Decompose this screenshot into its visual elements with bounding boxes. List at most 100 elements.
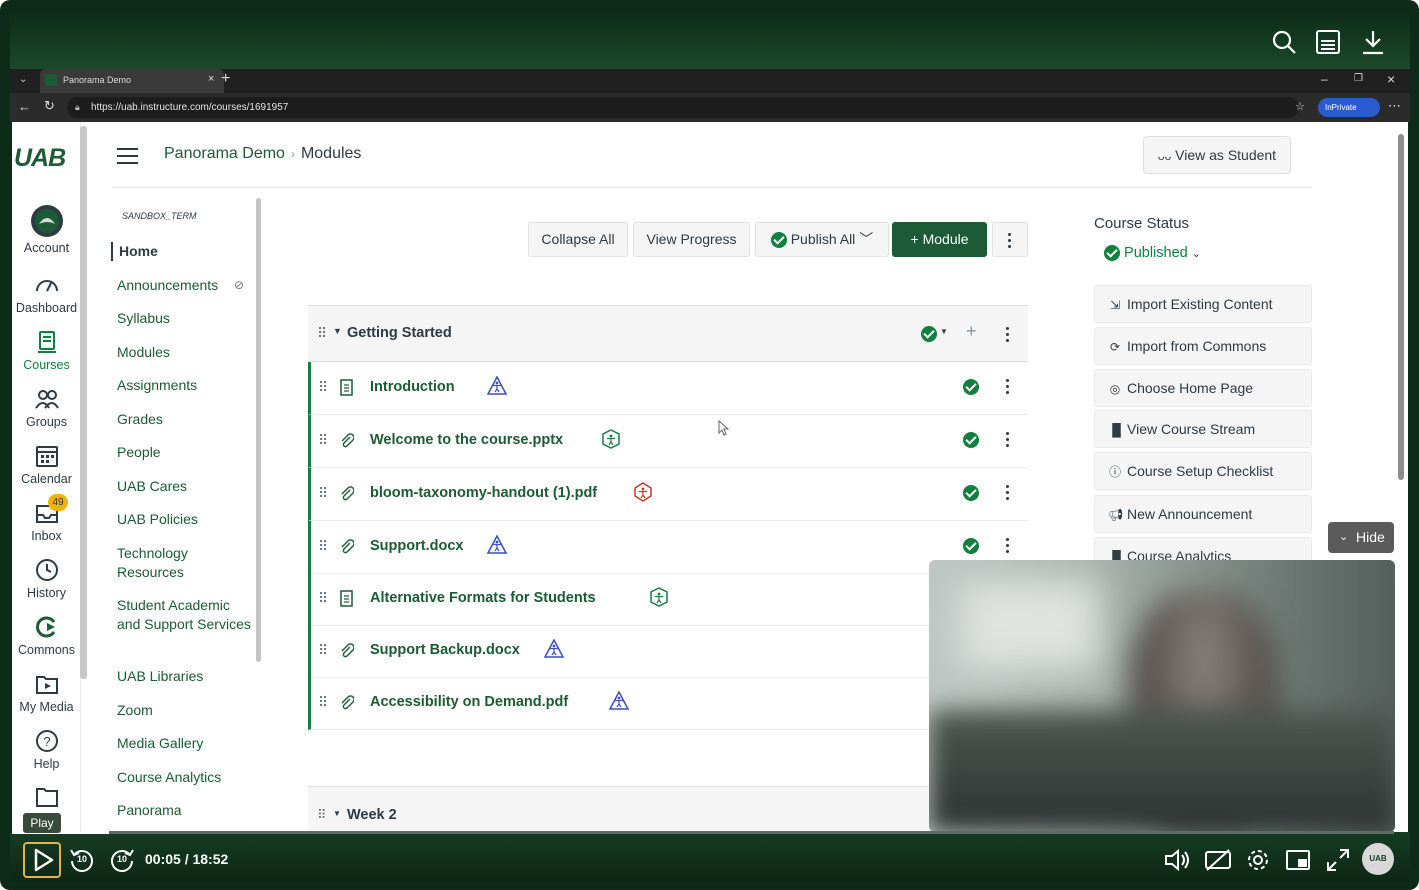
- new-tab-icon[interactable]: +: [221, 70, 230, 88]
- drag-handle-icon[interactable]: ⠿: [318, 642, 328, 659]
- course-nav-syllabus[interactable]: Syllabus: [117, 309, 257, 328]
- browser-tab[interactable]: Panorama Demo ×: [40, 69, 224, 93]
- choose-home-page-button[interactable]: ◎ Choose Home Page: [1094, 369, 1312, 407]
- more-icon[interactable]: ⋯: [1388, 98, 1401, 114]
- course-nav-assignments[interactable]: Assignments: [117, 376, 257, 395]
- drag-handle-icon[interactable]: ⠿: [318, 538, 328, 555]
- play-button[interactable]: [23, 842, 61, 878]
- collapse-caret-icon[interactable]: ▼: [333, 809, 341, 818]
- chevron-down-icon[interactable]: ▼: [940, 327, 948, 336]
- item-published-icon[interactable]: [963, 432, 979, 448]
- module-item-row[interactable]: ⠿ Alternative Formats for Students: [308, 573, 1028, 626]
- accessibility-score-icon[interactable]: [487, 535, 508, 555]
- module-item-row[interactable]: ⠿ Welcome to the course.pptx: [308, 415, 1028, 468]
- accessibility-score-icon[interactable]: [543, 639, 564, 659]
- captions-off-icon[interactable]: [1204, 846, 1232, 874]
- picture-in-picture-icon[interactable]: [1284, 846, 1312, 874]
- settings-gear-icon[interactable]: [1244, 846, 1272, 874]
- module-item-title[interactable]: Welcome to the course.pptx: [370, 432, 563, 448]
- module-item-title[interactable]: Accessibility on Demand.pdf: [370, 694, 568, 710]
- module-item-title[interactable]: Introduction: [370, 379, 455, 395]
- course-nav-people[interactable]: People: [117, 443, 257, 462]
- uab-brand-badge[interactable]: UAB: [1362, 843, 1394, 875]
- course-nav-zoom[interactable]: Zoom: [117, 701, 257, 720]
- add-item-plus-icon[interactable]: +: [966, 321, 977, 342]
- back-icon[interactable]: ←: [18, 99, 31, 114]
- course-nav-course-analytics[interactable]: Course Analytics: [117, 768, 257, 787]
- presenter-video[interactable]: [929, 560, 1395, 832]
- course-nav-student-services[interactable]: Student Academic and Support Services: [117, 596, 257, 634]
- drag-handle-icon[interactable]: ⠿: [318, 694, 328, 711]
- global-nav-account[interactable]: Account: [12, 204, 81, 255]
- course-nav-home[interactable]: Home: [111, 242, 251, 261]
- refresh-icon[interactable]: ↻: [44, 98, 55, 114]
- view-course-stream-button[interactable]: ▐▌ View Course Stream: [1094, 410, 1312, 448]
- favorites-icon[interactable]: ☆: [1295, 100, 1305, 113]
- view-progress-button[interactable]: View Progress: [633, 222, 750, 257]
- module-header[interactable]: ⠿ ▼ Getting Started ▼ +: [308, 305, 1028, 362]
- drag-handle-icon[interactable]: ⠿: [318, 485, 328, 502]
- module-item-title[interactable]: Alternative Formats for Students: [370, 590, 596, 606]
- course-nav-modules[interactable]: Modules: [117, 343, 257, 362]
- toolbar-more-button[interactable]: [992, 222, 1028, 257]
- course-nav-panorama[interactable]: Panorama: [117, 801, 257, 820]
- accessibility-score-icon[interactable]: [649, 587, 669, 607]
- global-nav-groups[interactable]: Groups: [12, 386, 81, 429]
- new-announcement-button[interactable]: 📢︎ New Announcement: [1094, 495, 1312, 533]
- rewind-10-button[interactable]: 10: [68, 846, 96, 874]
- import-from-commons-button[interactable]: ⟳ Import from Commons: [1094, 327, 1312, 365]
- module-item-title[interactable]: Support.docx: [370, 538, 463, 554]
- accessibility-score-icon[interactable]: [487, 376, 508, 396]
- publish-all-button[interactable]: Publish All ﹀: [755, 222, 889, 257]
- import-existing-content-button[interactable]: ⇲ Import Existing Content: [1094, 285, 1312, 323]
- view-as-student-button[interactable]: ᴗᴗ View as Student: [1143, 136, 1291, 174]
- close-window-icon[interactable]: ×: [1387, 71, 1395, 87]
- module-item-row[interactable]: ⠿ Accessibility on Demand.pdf: [308, 677, 1028, 730]
- course-status-dropdown[interactable]: Published ⌄: [1104, 245, 1201, 262]
- breadcrumb-course-link[interactable]: Panorama Demo: [164, 145, 285, 162]
- fullscreen-icon[interactable]: [1324, 846, 1352, 874]
- global-nav-my-media[interactable]: My Media: [12, 671, 81, 714]
- item-kebab-icon[interactable]: [1006, 485, 1010, 503]
- item-kebab-icon[interactable]: [1006, 538, 1010, 556]
- module-item-title[interactable]: Support Backup.docx: [370, 642, 520, 658]
- collapse-all-button[interactable]: Collapse All: [528, 222, 628, 257]
- download-icon[interactable]: [1359, 28, 1387, 56]
- global-nav-courses[interactable]: Courses: [12, 329, 81, 372]
- accessibility-score-icon[interactable]: [608, 691, 629, 711]
- module-published-icon[interactable]: [921, 326, 937, 342]
- course-nav-announcements[interactable]: Announcements ⊘: [117, 276, 257, 295]
- collapse-caret-icon[interactable]: ▼: [333, 326, 342, 336]
- item-published-icon[interactable]: [963, 379, 979, 395]
- global-nav-scrollbar[interactable]: [80, 126, 87, 679]
- course-nav-technology-resources[interactable]: Technology Resources: [117, 544, 257, 582]
- course-setup-checklist-button[interactable]: ⓘ Course Setup Checklist: [1094, 452, 1312, 490]
- drag-handle-icon[interactable]: ⠿: [318, 379, 328, 396]
- accessibility-score-icon[interactable]: [601, 429, 621, 449]
- module-item-row[interactable]: ⠿ Support Backup.docx: [308, 625, 1028, 678]
- transcript-icon[interactable]: [1314, 28, 1342, 56]
- uab-logo[interactable]: UAB: [14, 144, 66, 173]
- inprivate-badge[interactable]: InPrivate: [1318, 98, 1380, 117]
- course-nav-grades[interactable]: Grades: [117, 410, 257, 429]
- course-nav-uab-cares[interactable]: UAB Cares: [117, 477, 257, 496]
- add-module-button[interactable]: + Module: [892, 222, 987, 257]
- global-nav-inbox[interactable]: 49 Inbox: [12, 494, 81, 543]
- accessibility-score-icon[interactable]: [633, 482, 653, 502]
- drag-handle-icon[interactable]: ⠿: [317, 325, 327, 342]
- module-item-row[interactable]: ⠿ bloom-taxonomy-handout (1).pdf: [308, 468, 1028, 521]
- module-week-2[interactable]: ⠿ ▼ Week 2: [308, 786, 1028, 832]
- course-nav-media-gallery[interactable]: Media Gallery: [117, 734, 257, 753]
- module-kebab-icon[interactable]: [1006, 327, 1010, 345]
- tab-actions-icon[interactable]: ⌄: [19, 74, 27, 85]
- search-icon[interactable]: [1270, 28, 1298, 56]
- item-published-icon[interactable]: [963, 538, 979, 554]
- course-nav-uab-libraries[interactable]: UAB Libraries: [117, 667, 257, 686]
- course-nav-uab-policies[interactable]: UAB Policies: [117, 510, 257, 529]
- progress-track[interactable]: [12, 831, 1394, 834]
- volume-icon[interactable]: [1163, 846, 1191, 874]
- drag-handle-icon[interactable]: ⠿: [317, 807, 327, 823]
- item-kebab-icon[interactable]: [1006, 379, 1010, 397]
- module-item-row[interactable]: ⠿ Support.docx: [308, 521, 1028, 574]
- global-nav-commons[interactable]: Commons: [12, 614, 81, 657]
